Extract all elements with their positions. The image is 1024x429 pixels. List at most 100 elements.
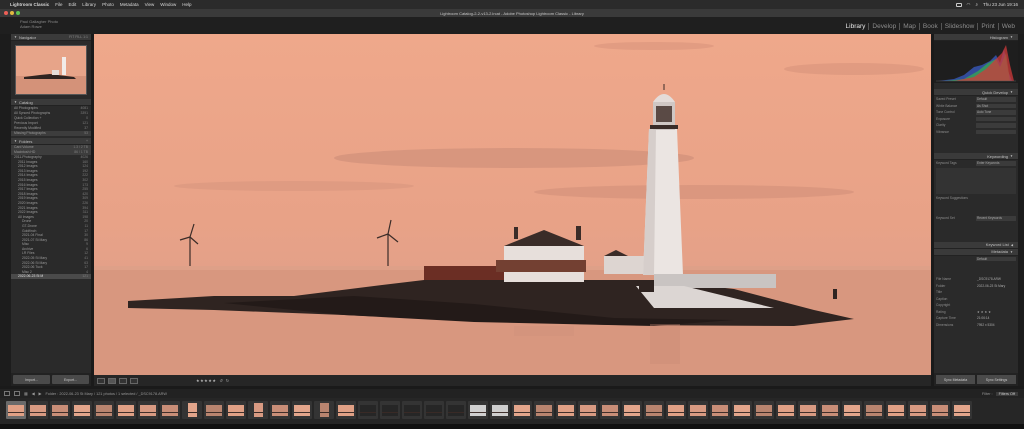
filmstrip-thumbnail[interactable] (600, 401, 620, 419)
menu-library[interactable]: Library (82, 2, 96, 7)
menu-photo[interactable]: Photo (102, 2, 114, 7)
filmstrip-thumbnail[interactable] (160, 401, 180, 419)
filmstrip-thumbnail[interactable] (886, 401, 906, 419)
sync-metadata-button[interactable]: Sync Metadata (936, 375, 975, 384)
battery-icon[interactable] (955, 2, 962, 7)
filmstrip-thumbnail[interactable] (402, 401, 422, 419)
rating-stars[interactable]: ★★★★★ (196, 378, 216, 383)
module-library[interactable]: Library (843, 23, 869, 30)
filmstrip-thumbnail[interactable] (688, 401, 708, 419)
export-button[interactable]: Export... (52, 375, 89, 384)
metadata-value[interactable]: 7952 x 5304 (976, 323, 1016, 328)
filmstrip-thumbnail[interactable] (358, 401, 378, 419)
quick-develop-control[interactable]: Default (976, 97, 1016, 102)
filmstrip-thumbnail[interactable] (226, 401, 246, 419)
filmstrip-thumbnail[interactable] (28, 401, 48, 419)
keywording-header[interactable]: Keywording ▼ (934, 153, 1018, 160)
import-button[interactable]: Import... (13, 375, 50, 384)
filmstrip-thumbnail[interactable] (380, 401, 400, 419)
module-map[interactable]: Map (899, 23, 919, 30)
filmstrip-source-path[interactable]: Folder : 2022-06-23 St Mary / 121 photos… (45, 392, 167, 396)
module-slideshow[interactable]: Slideshow (940, 23, 978, 30)
add-folder-icon[interactable]: + (86, 139, 88, 143)
folder-row[interactable]: 2022-06-23 St M 121 (11, 274, 91, 280)
filmstrip-thumbnail[interactable] (622, 401, 642, 419)
module-print[interactable]: Print (977, 23, 997, 30)
metadata-value[interactable] (976, 290, 1016, 295)
keyword-entry-area[interactable] (936, 167, 1016, 194)
rotate-left-icon[interactable]: ↺ (219, 378, 222, 383)
filmstrip-thumbnail[interactable] (556, 401, 576, 419)
filmstrip-thumbnail[interactable] (820, 401, 840, 419)
filmstrip-thumbnail[interactable] (754, 401, 774, 419)
quick-develop-header[interactable]: Quick Develop ▼ (934, 89, 1018, 96)
quick-develop-control[interactable]: As Shot (976, 103, 1016, 108)
catalog-row[interactable]: Missing Photographs 53 (11, 131, 91, 136)
menu-file[interactable]: File (55, 2, 62, 7)
wifi-icon[interactable]: ◠ (967, 2, 971, 8)
menu-metadata[interactable]: Metadata (120, 2, 139, 7)
filmstrip-thumbnail[interactable] (798, 401, 818, 419)
menu-help[interactable]: Help (182, 2, 191, 7)
histogram[interactable] (934, 41, 1018, 83)
filmstrip-thumbnail[interactable] (94, 401, 114, 419)
filter-dropdown[interactable]: Filters Off (995, 391, 1018, 396)
filmstrip-thumbnail[interactable] (776, 401, 796, 419)
rotate-right-icon[interactable]: ↻ (226, 378, 229, 383)
survey-view-icon[interactable] (130, 377, 138, 384)
quick-develop-control[interactable]: Auto Tone (976, 110, 1016, 115)
metadata-value[interactable]: 2022-06-23 St Mary (976, 284, 1016, 289)
filmstrip-thumbnail[interactable] (6, 401, 26, 419)
module-web[interactable]: Web (997, 23, 1018, 30)
grid-icon[interactable]: ▦ (24, 391, 28, 396)
sync-settings-button[interactable]: Sync Settings (977, 375, 1016, 384)
filmstrip-edge[interactable] (0, 424, 1024, 429)
filmstrip-thumbnail[interactable] (512, 401, 532, 419)
navigator-zoom-options[interactable]: FIT FILL 1:1 (69, 35, 88, 39)
forward-arrow-icon[interactable]: ▶ (39, 391, 42, 396)
quick-develop-control[interactable] (976, 123, 1016, 128)
metadata-value[interactable]: 21:06:14 (976, 316, 1016, 321)
catalog-header[interactable]: ▼ Catalog (11, 99, 91, 106)
grid-view-icon[interactable] (97, 377, 105, 384)
filmstrip-thumbnail[interactable] (534, 401, 554, 419)
filmstrip-thumbnail[interactable] (490, 401, 510, 419)
menu-edit[interactable]: Edit (69, 2, 77, 7)
compare-view-icon[interactable] (119, 377, 127, 384)
metadata-value[interactable]: _DSC9178.ARW (976, 277, 1016, 282)
filmstrip-thumbnail[interactable] (138, 401, 158, 419)
keyword-set-dropdown[interactable]: Recent Keywords (976, 216, 1016, 221)
filmstrip-thumbnail[interactable] (424, 401, 444, 419)
metadata-value[interactable] (976, 297, 1016, 302)
main-window-icon[interactable] (4, 391, 10, 396)
filmstrip-thumbnail[interactable] (908, 401, 928, 419)
filmstrip-thumbnail[interactable] (864, 401, 884, 419)
metadata-value[interactable] (976, 303, 1016, 308)
filmstrip-thumbnail[interactable] (930, 401, 950, 419)
second-window-icon[interactable] (14, 391, 20, 396)
filmstrip-thumbnail[interactable] (710, 401, 730, 419)
filmstrip-thumbnail[interactable] (446, 401, 466, 419)
filmstrip-thumbnail[interactable] (666, 401, 686, 419)
metadata-header[interactable]: Metadata ▼ (934, 248, 1018, 256)
keyword-tags-dropdown[interactable]: Enter Keywords (976, 161, 1016, 166)
back-arrow-icon[interactable]: ◀ (32, 391, 35, 396)
filmstrip-thumbnail[interactable] (336, 401, 356, 419)
filmstrip-thumbnail[interactable] (50, 401, 70, 419)
metadata-value[interactable]: ★ ★ ★ ★ (976, 310, 1016, 315)
quick-develop-control[interactable] (976, 116, 1016, 121)
right-panel-edge[interactable] (1018, 34, 1024, 386)
filmstrip-thumbnail[interactable] (204, 401, 224, 419)
module-develop[interactable]: Develop (868, 23, 899, 30)
filmstrip-thumbnail[interactable] (292, 401, 312, 419)
left-panel-edge[interactable] (0, 34, 11, 386)
menu-view[interactable]: View (145, 2, 155, 7)
filmstrip-thumbnail[interactable] (468, 401, 488, 419)
filmstrip-thumbnail[interactable] (732, 401, 752, 419)
loupe-view-icon[interactable] (108, 377, 116, 384)
filmstrip-thumbnail[interactable] (842, 401, 862, 419)
filmstrip-thumbnail[interactable] (182, 401, 202, 419)
filmstrip-thumbnail[interactable] (644, 401, 664, 419)
menu-window[interactable]: Window (160, 2, 176, 7)
metadata-preset-dropdown[interactable]: Default (976, 256, 1016, 261)
